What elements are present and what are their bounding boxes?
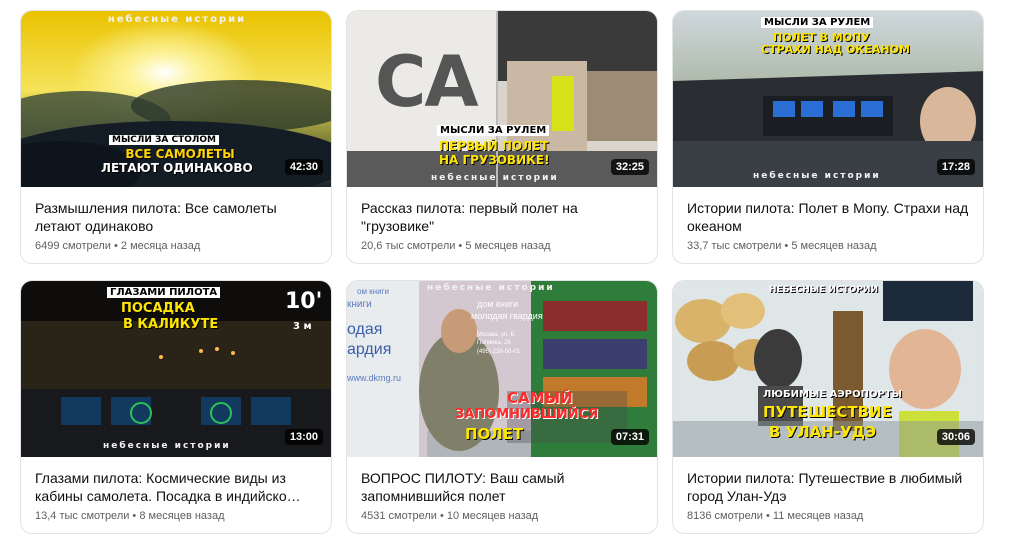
overlay-line1: ПОСАДКА: [121, 301, 195, 316]
video-title[interactable]: Рассказ пилота: первый полет на "грузови…: [361, 199, 646, 235]
overlay-badge: ЛЮБИМЫЕ АЭРОПОРТЫ: [763, 389, 902, 400]
video-thumbnail[interactable]: книги одая ардия www.dkmg.ru ом книги не…: [347, 281, 657, 457]
video-meta: 6499 смотрели • 2 месяца назад: [35, 240, 201, 252]
video-meta: 8136 смотрели • 11 месяцев назад: [687, 510, 864, 522]
overlay-line2: ЛЕТАЮТ ОДИНАКОВО: [101, 161, 253, 175]
distance-unit: 3 м: [293, 321, 312, 332]
video-card[interactable]: ГЛАЗАМИ ПИЛОТА ПОСАДКА В КАЛИКУТЕ 10' 3 …: [20, 280, 332, 534]
channel-watermark: небесные истории: [103, 441, 231, 451]
video-thumbnail[interactable]: небесные истории МЫСЛИ ЗА СТОЛОМ ВСЕ САМ…: [21, 11, 331, 187]
video-card[interactable]: МЫСЛИ ЗА РУЛЕМ ПОЛЕТ В МОПУ СТРАХИ НАД О…: [672, 10, 984, 264]
distance-readout: 10': [285, 289, 323, 314]
overlay-line1: ПУТЕШЕСТВИЕ: [763, 403, 892, 421]
aircraft-lettering: CA: [375, 41, 479, 123]
channel-watermark: небесные истории: [107, 14, 247, 25]
overlay-badge: МЫСЛИ ЗА РУЛЕМ: [437, 125, 550, 136]
sign-fragment-3: ардия: [347, 341, 392, 358]
duration-badge: 32:25: [610, 159, 649, 175]
video-card[interactable]: книги одая ардия www.dkmg.ru ом книги не…: [346, 280, 658, 534]
sign-phone: (495) 238-50-01: [477, 349, 521, 355]
overlay-line2: СТРАХИ НАД ОКЕАНОМ: [761, 43, 910, 56]
overlay-line1: ПЕРВЫЙ ПОЛЕТ: [439, 139, 549, 153]
video-title[interactable]: Истории пилота: Полет в Мопу. Страхи над…: [687, 199, 972, 235]
sign-url: www.dkmg.ru: [347, 373, 402, 383]
video-thumbnail[interactable]: ГЛАЗАМИ ПИЛОТА ПОСАДКА В КАЛИКУТЕ 10' 3 …: [21, 281, 331, 457]
sign-store-name: молодая гвардия: [471, 311, 543, 321]
overlay-line2: НА ГРУЗОВИКЕ!: [439, 153, 550, 167]
video-title[interactable]: ВОПРОС ПИЛОТУ: Ваш самый запомнившийся п…: [361, 469, 646, 505]
video-thumbnail[interactable]: CA МЫСЛИ ЗА РУЛЕМ ПЕРВЫЙ ПОЛЕТ НА ГРУЗОВ…: [347, 11, 657, 187]
video-title[interactable]: Размышления пилота: Все самолеты летают …: [35, 199, 320, 235]
duration-badge: 17:28: [936, 159, 975, 175]
overlay-line2: ЗАПОМНИВШИЙСЯ: [455, 407, 599, 422]
video-meta: 20,6 тыс смотрели • 5 месяцев назад: [361, 240, 551, 252]
video-thumbnail[interactable]: МЫСЛИ ЗА РУЛЕМ ПОЛЕТ В МОПУ СТРАХИ НАД О…: [673, 11, 983, 187]
overlay-line3: ПОЛЕТ: [465, 425, 524, 443]
sign-fragment-4: ом книги: [357, 287, 389, 296]
video-meta: 13,4 тыс смотрели • 8 месяцев назад: [35, 510, 225, 522]
video-card[interactable]: НЕБЕСНЫЕ ИСТОРИИ ЛЮБИМЫЕ АЭРОПОРТЫ ПУТЕШ…: [672, 280, 984, 534]
video-meta: 33,7 тыс смотрели • 5 месяцев назад: [687, 240, 877, 252]
overlay-line1: САМЫЙ: [507, 389, 573, 407]
video-title[interactable]: Истории пилота: Путешествие в любимый го…: [687, 469, 972, 505]
channel-watermark: НЕБЕСНЫЕ ИСТОРИИ: [769, 285, 879, 295]
sign-store: дом книги: [477, 299, 519, 309]
duration-badge: 07:31: [610, 429, 649, 445]
video-thumbnail[interactable]: НЕБЕСНЫЕ ИСТОРИИ ЛЮБИМЫЕ АЭРОПОРТЫ ПУТЕШ…: [673, 281, 983, 457]
overlay-line2: В УЛАН-УДЭ: [769, 423, 876, 441]
video-title[interactable]: Глазами пилота: Космические виды из каби…: [35, 469, 320, 505]
channel-watermark: небесные истории: [431, 173, 559, 183]
duration-badge: 13:00: [284, 429, 323, 445]
sign-fragment-2: одая: [347, 321, 383, 338]
video-card[interactable]: небесные истории МЫСЛИ ЗА СТОЛОМ ВСЕ САМ…: [20, 10, 332, 264]
overlay-badge: МЫСЛИ ЗА РУЛЕМ: [761, 17, 874, 28]
sign-fragment-1: книги: [347, 299, 372, 310]
video-card[interactable]: CA МЫСЛИ ЗА РУЛЕМ ПЕРВЫЙ ПОЛЕТ НА ГРУЗОВ…: [346, 10, 658, 264]
overlay-badge: ГЛАЗАМИ ПИЛОТА: [107, 287, 221, 298]
overlay-badge: МЫСЛИ ЗА СТОЛОМ: [109, 135, 219, 145]
video-meta: 4531 смотрели • 10 месяцев назад: [361, 510, 539, 522]
channel-watermark: небесные истории: [427, 283, 555, 293]
overlay-line2: В КАЛИКУТЕ: [123, 317, 219, 332]
duration-badge: 30:06: [936, 429, 975, 445]
channel-watermark: небесные истории: [753, 171, 881, 181]
sign-address: Москва, ул. Б. Полянка, 28: [477, 332, 517, 346]
overlay-line1: ВСЕ САМОЛЕТЫ: [125, 147, 235, 161]
duration-badge: 42:30: [284, 159, 323, 175]
